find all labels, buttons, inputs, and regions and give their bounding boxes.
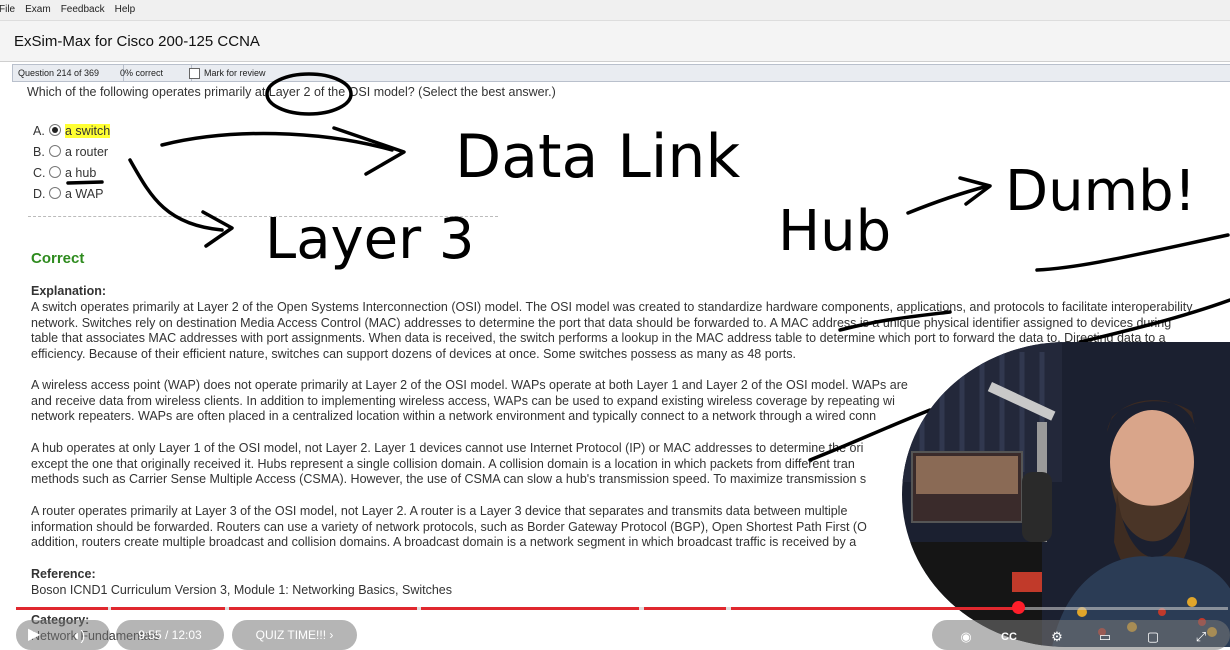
reference-heading: Reference: xyxy=(31,567,96,581)
option-text: a hub xyxy=(65,166,97,180)
result-label: Correct xyxy=(31,250,85,267)
option-text: a router xyxy=(65,145,109,159)
option-text: a WAP xyxy=(65,187,104,201)
mark-review-label[interactable]: Mark for review xyxy=(199,65,271,81)
webcam-overlay xyxy=(902,342,1230,647)
time-display: 9:55 / 12:03 xyxy=(116,620,224,650)
theater-mode-icon[interactable]: ▢ xyxy=(1142,626,1164,648)
progress-segment[interactable] xyxy=(16,607,108,610)
presenter-video xyxy=(902,342,1230,647)
autoplay-toggle-icon[interactable]: ◉ xyxy=(955,626,977,648)
explanation-heading: Explanation: xyxy=(31,284,107,298)
menu-help[interactable]: Help xyxy=(110,0,141,20)
fullscreen-icon[interactable]: ⤢ xyxy=(1190,626,1212,648)
menu-bar: File Exam Feedback Help xyxy=(0,0,1230,21)
progress-segment[interactable] xyxy=(111,607,225,610)
settings-gear-icon[interactable]: ⚙ xyxy=(1046,626,1068,648)
progress-segment[interactable] xyxy=(421,607,639,610)
miniplayer-icon[interactable]: ▭ xyxy=(1094,626,1116,648)
question-counter: Question 214 of 369 xyxy=(13,65,124,81)
option-d[interactable]: D. a WAP xyxy=(33,187,103,201)
volume-icon[interactable]: ◖) xyxy=(72,620,85,650)
score-label: 0% correct xyxy=(115,65,192,81)
playback-controls: ▶ ◖) xyxy=(16,620,110,650)
divider xyxy=(28,216,498,217)
option-letter: C. xyxy=(33,166,46,180)
text-line: A switch operates primarily at Layer 2 o… xyxy=(31,300,1193,314)
chapter-button[interactable]: QUIZ TIME!!! › xyxy=(232,620,357,650)
menu-file[interactable]: File xyxy=(0,0,20,20)
progress-segment[interactable] xyxy=(229,607,417,610)
radio-button[interactable] xyxy=(49,166,61,178)
menu-exam[interactable]: Exam xyxy=(20,0,56,20)
menu-feedback[interactable]: Feedback xyxy=(56,0,110,20)
option-a[interactable]: A. a switch xyxy=(33,124,111,138)
radio-button[interactable] xyxy=(49,124,61,136)
radio-button[interactable] xyxy=(49,145,61,157)
radio-button[interactable] xyxy=(49,187,61,199)
play-icon[interactable]: ▶ xyxy=(28,620,40,650)
option-c[interactable]: C. a hub xyxy=(33,166,96,180)
option-b[interactable]: B. a router xyxy=(33,145,108,159)
title-bar: ExSim-Max for Cisco 200-125 CCNA xyxy=(0,21,1230,62)
option-text: a switch xyxy=(65,124,111,138)
captions-icon[interactable]: CC xyxy=(998,626,1020,648)
progress-segment[interactable] xyxy=(644,607,726,610)
progress-segment[interactable] xyxy=(731,607,1014,610)
question-text: Which of the following operates primaril… xyxy=(27,85,556,99)
text-line: network. Switches rely on destination Me… xyxy=(31,315,1172,330)
option-letter: B. xyxy=(33,145,45,159)
option-letter: D. xyxy=(33,187,46,201)
option-letter: A. xyxy=(33,124,45,138)
scrubber-handle[interactable] xyxy=(1012,601,1025,614)
window-title: ExSim-Max for Cisco 200-125 CCNA xyxy=(14,33,260,50)
